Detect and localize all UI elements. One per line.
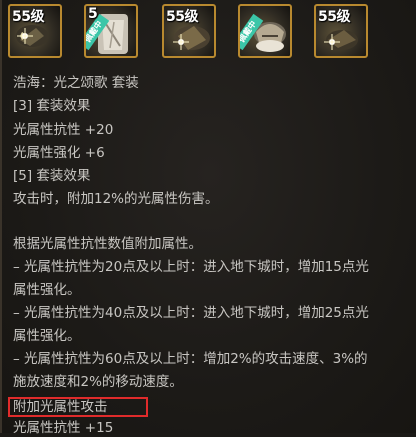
tier20-line2: 属性强化。 xyxy=(13,282,81,298)
set3-title: [3] 套装效果 xyxy=(13,98,91,114)
set-item-slot-3[interactable]: 55级 xyxy=(162,4,216,58)
set-items-row: 55级 佩戴中 5 55级 佩戴中 55级 xyxy=(6,4,416,68)
set3-light-resistance: 光属性抗性 +20 xyxy=(13,122,114,138)
bottom-resistance: 光属性抗性 +15 xyxy=(13,420,114,436)
item-level: 55级 xyxy=(12,9,44,25)
item-level: 5 xyxy=(88,6,98,22)
item-level: 55级 xyxy=(318,9,350,25)
set-item-slot-1[interactable]: 55级 xyxy=(8,4,62,58)
tier60-line2: 施放速度和2%的移动速度。 xyxy=(13,374,183,390)
set-item-slot-5[interactable]: 55级 xyxy=(314,4,368,58)
tier20-line1: – 光属性抗性为20点及以上时：进入地下城时，增加15点光 xyxy=(13,259,369,275)
item-tooltip: 55级 佩戴中 5 55级 佩戴中 55级 浩海：光之颂歌 套装 [3] 套装效… xyxy=(0,0,416,436)
tier40-line2: 属性强化。 xyxy=(13,328,81,344)
highlight-box xyxy=(8,397,148,417)
set-item-slot-4[interactable]: 佩戴中 xyxy=(238,4,292,58)
set-name: 浩海：光之颂歌 套装 xyxy=(13,75,139,91)
extra-intro: 根据光属性抗性数值附加属性。 xyxy=(13,236,202,252)
tier60-line1: – 光属性抗性为60点及以上时：增加2%的攻击速度、3%的 xyxy=(13,351,368,367)
set-item-slot-2[interactable]: 佩戴中 5 xyxy=(84,4,138,58)
set5-title: [5] 套装效果 xyxy=(13,168,91,184)
tier40-line1: – 光属性抗性为40点及以上时：进入地下城时，增加25点光 xyxy=(13,305,369,321)
item-level: 55级 xyxy=(166,9,198,25)
set3-light-enhance: 光属性强化 +6 xyxy=(13,145,105,161)
set5-effect: 攻击时，附加12%的光属性伤害。 xyxy=(13,191,219,207)
